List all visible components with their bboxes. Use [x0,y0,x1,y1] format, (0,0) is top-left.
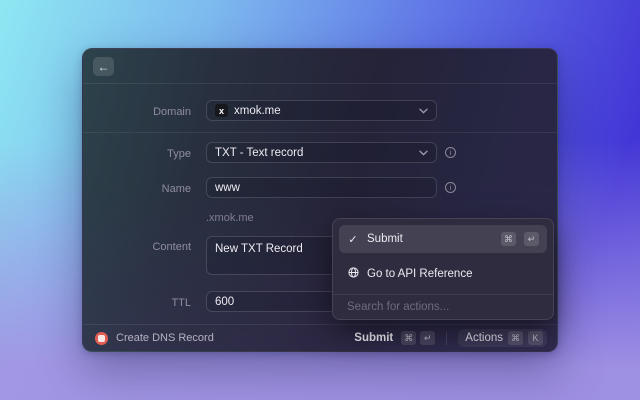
back-arrow-icon: ← [97,59,110,74]
action-item-submit[interactable]: ✓ Submit ⌘ ↵ [339,225,547,253]
actions-search-input[interactable] [333,295,553,319]
back-button[interactable]: ← [93,57,114,76]
domain-label: Domain [153,106,191,118]
domain-select[interactable]: x xmok.me [206,100,437,121]
name-info-icon[interactable]: i [445,182,456,193]
content-label: Content [152,241,191,253]
chevron-down-icon [419,108,428,114]
domain-favicon-icon: x [215,104,228,117]
enter-key-icon: ↵ [420,331,436,345]
type-select[interactable]: TXT - Text record [206,142,437,163]
cmd-key-icon: ⌘ [401,331,417,345]
chevron-down-icon [419,150,428,156]
section-divider [83,132,557,133]
name-suffix-hint: .xmok.me [206,212,254,224]
ttl-label: TTL [171,297,191,309]
command-title: Create DNS Record [116,332,214,344]
status-bar: Create DNS Record Submit ⌘ ↵ Actions ⌘ K [83,324,557,351]
window-header: ← [83,49,557,84]
submit-button[interactable]: Submit [354,332,393,344]
name-label: Name [161,183,191,195]
actions-panel: ✓ Submit ⌘ ↵ Go to API Reference [332,218,554,320]
check-icon: ✓ [348,233,358,246]
cmd-key-icon: ⌘ [501,232,516,246]
name-input[interactable]: www [206,177,437,198]
extension-app-icon [95,331,108,345]
desktop-background: ← Domain x xmok.me Type TXT - Text recor… [0,0,640,400]
action-item-label: Go to API Reference [367,267,473,280]
globe-icon [347,266,359,281]
domain-value: xmok.me [234,104,281,117]
actions-button[interactable]: Actions ⌘ K [458,329,547,347]
actions-button-label: Actions [465,332,503,344]
action-item-api-reference[interactable]: Go to API Reference [339,253,547,294]
type-value: TXT - Text record [215,146,304,159]
enter-key-icon: ↵ [524,232,539,246]
footer-divider [446,331,448,345]
action-item-label: Submit [367,233,403,245]
content-value: New TXT Record [215,243,303,255]
cmd-key-icon: ⌘ [508,331,523,345]
footer-actions: Submit ⌘ ↵ Actions ⌘ K [354,329,547,347]
k-key-icon: K [528,331,543,345]
type-label: Type [167,148,191,160]
name-value: www [215,181,240,194]
type-info-icon[interactable]: i [445,147,456,158]
